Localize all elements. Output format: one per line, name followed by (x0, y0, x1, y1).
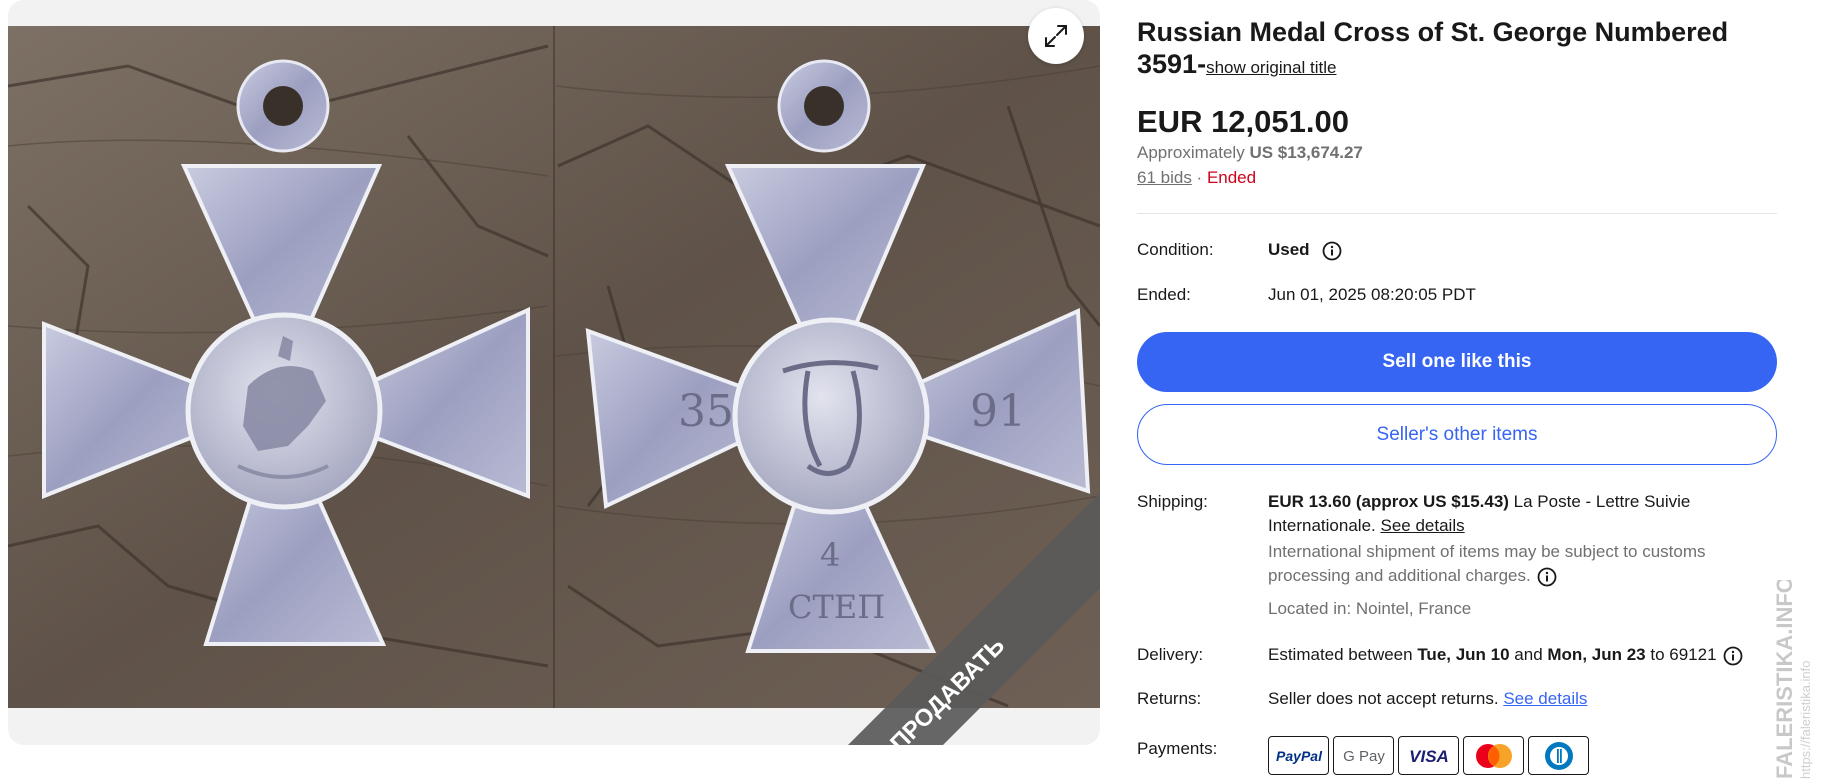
approx-value: US $13,674.27 (1249, 143, 1363, 162)
payments-label: Payments: (1137, 739, 1218, 758)
sell-one-like-this-button[interactable]: Sell one like this (1137, 332, 1777, 392)
diners-club-icon (1528, 736, 1589, 775)
ended-label: Ended: (1137, 285, 1191, 304)
serial-number-left: 35 (678, 386, 734, 437)
condition-label: Condition: (1137, 240, 1214, 259)
info-icon[interactable] (1723, 646, 1743, 666)
shipping-label: Shipping: (1137, 492, 1208, 511)
show-original-title-link[interactable]: show original title (1206, 58, 1336, 77)
divider (1137, 213, 1777, 214)
item-location: Located in: Nointel, France (1268, 599, 1472, 618)
sellers-other-items-button[interactable]: Seller's other items (1137, 404, 1777, 465)
serial-number-right: 91 (970, 386, 1026, 437)
shipping-value: EUR 13.60 (approx US $15.43) La Poste - … (1268, 490, 1758, 621)
image-gallery: 35 91 4 СТЕП ПРОДАВАТЬ (8, 0, 1100, 745)
paypal-icon: PayPal (1268, 736, 1329, 775)
info-icon[interactable] (1537, 567, 1557, 587)
watermark-line1: FALERISTIKA.INFO (1772, 580, 1797, 779)
info-icon[interactable] (1322, 241, 1342, 261)
item-price: EUR 12,051.00 (1137, 104, 1349, 139)
photo-divider (553, 26, 555, 708)
visa-icon: VISA (1398, 736, 1459, 775)
site-watermark: FALERISTIKA.INFO https://faleristika.inf… (1772, 580, 1813, 779)
approx-label: Approximately (1137, 143, 1245, 162)
returns-text: Seller does not accept returns. (1268, 689, 1499, 708)
condition-value: Used (1268, 240, 1310, 259)
svg-text:G Pay: G Pay (1343, 748, 1385, 765)
shipping-see-details-link[interactable]: See details (1380, 516, 1464, 535)
watermark-line2: https://faleristika.info (1798, 661, 1813, 779)
delivery-zip: to 69121 (1645, 645, 1717, 664)
delivery-label: Delivery: (1137, 645, 1204, 664)
bids-status: 61 bids · Ended (1137, 168, 1256, 188)
returns-label: Returns: (1137, 689, 1202, 708)
approx-price: Approximately US $13,674.27 (1137, 143, 1363, 163)
bids-link[interactable]: 61 bids (1137, 168, 1192, 187)
delivery-and: and (1509, 645, 1548, 664)
returns-see-details-link[interactable]: See details (1503, 689, 1587, 708)
class-abbrev: СТЕП (788, 588, 885, 626)
mastercard-icon (1463, 736, 1524, 775)
delivery-date-from: Tue, Jun 10 (1417, 645, 1510, 664)
delivery-prefix: Estimated between (1268, 645, 1418, 664)
ended-value: Jun 01, 2025 08:20:05 PDT (1268, 285, 1476, 304)
payment-methods: PayPal G Pay VISA (1268, 736, 1589, 775)
expand-button[interactable] (1028, 8, 1084, 64)
status-ended: Ended (1206, 168, 1257, 187)
svg-text:PayPal: PayPal (1276, 748, 1323, 764)
returns-value: Seller does not accept returns. See deta… (1268, 687, 1587, 711)
condition-value-row: Used (1268, 238, 1342, 262)
svg-text:VISA: VISA (1409, 747, 1449, 766)
delivery-value: Estimated between Tue, Jun 10 and Mon, J… (1268, 643, 1743, 667)
separator: · (1191, 168, 1207, 187)
shipping-cost: EUR 13.60 (approx US $15.43) (1268, 492, 1509, 511)
google-pay-icon: G Pay (1333, 736, 1394, 775)
expand-icon (1045, 25, 1067, 47)
item-title: Russian Medal Cross of St. George Number… (1137, 16, 1777, 84)
delivery-date-to: Mon, Jun 23 (1547, 645, 1646, 664)
class-number: 4 (820, 536, 840, 574)
customs-notice: International shipment of items may be s… (1268, 542, 1706, 585)
